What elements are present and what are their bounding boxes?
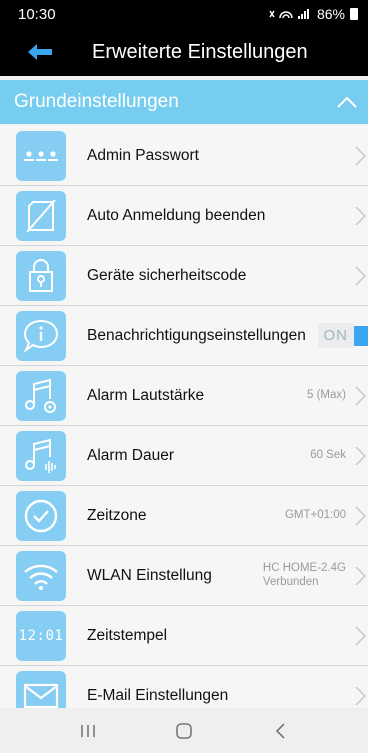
digital-clock-icon: 12:01 <box>16 610 66 661</box>
back-button[interactable] <box>0 28 80 76</box>
settings-item-value: 60 Sek <box>310 448 346 461</box>
settings-item-auto-anmeldung[interactable]: Auto Anmeldung beenden <box>0 186 368 246</box>
settings-list: Admin Passwort Auto Anmeldung beenden Ge… <box>0 126 368 726</box>
music-wave-icon <box>16 430 66 481</box>
notification-toggle[interactable]: ON <box>317 323 368 348</box>
chevron-up-icon <box>337 96 357 108</box>
home-button[interactable] <box>164 716 204 746</box>
settings-item-value: 5 (Max) <box>307 388 346 401</box>
signal-icons <box>269 9 309 19</box>
wlan-ssid: HC HOME-2.4G <box>262 562 346 575</box>
settings-item-label: Benachrichtigungseinstellungen <box>87 326 306 344</box>
settings-item-label: E-Mail Einstellungen <box>87 686 229 704</box>
settings-item-value: GMT+01:00 <box>284 508 346 521</box>
settings-item-wlan[interactable]: WLAN Einstellung HC HOME-2.4G Verbunden <box>0 546 368 606</box>
chevron-right-icon <box>354 684 368 708</box>
settings-item-zeitzone[interactable]: Zeitzone GMT+01:00 <box>0 486 368 546</box>
chevron-right-icon <box>354 264 368 288</box>
settings-item-label: Admin Passwort <box>87 146 199 164</box>
settings-item-sicherheitscode[interactable]: Geräte sicherheitscode <box>0 246 368 306</box>
app-header: Erweiterte Einstellungen <box>0 28 368 76</box>
lock-icon <box>16 250 66 301</box>
settings-item-alarm-lautstaerke[interactable]: Alarm Lautstärke 5 (Max) <box>0 366 368 426</box>
section-grundeinstellungen[interactable]: Grundeinstellungen <box>0 80 368 124</box>
battery-icon <box>350 8 358 20</box>
system-navbar <box>0 708 368 753</box>
no-device-icon <box>16 190 66 241</box>
back-arrow-icon <box>28 44 52 60</box>
recent-apps-button[interactable] <box>68 716 108 746</box>
wlan-status: Verbunden <box>262 575 319 588</box>
chevron-right-icon <box>354 504 368 528</box>
settings-item-label: Alarm Dauer <box>87 446 174 464</box>
chevron-right-icon <box>354 444 368 468</box>
chevron-right-icon <box>354 624 368 648</box>
settings-item-benachrichtigungen[interactable]: Benachrichtigungseinstellungen ON <box>0 306 368 366</box>
status-indicators: 86% <box>268 6 358 22</box>
toggle-state: ON <box>317 323 354 348</box>
home-icon <box>176 722 192 739</box>
recent-apps-icon <box>81 724 95 737</box>
wifi-icon <box>16 550 66 601</box>
settings-item-zeitstempel[interactable]: 12:01 Zeitstempel <box>0 606 368 666</box>
back-chevron-icon <box>275 722 285 739</box>
system-back-button[interactable] <box>260 716 300 746</box>
status-bar: 10:30 86% <box>0 0 368 28</box>
toggle-knob <box>354 325 368 346</box>
settings-item-label: Zeitzone <box>87 506 147 524</box>
digital-clock-text: 12:01 <box>18 627 64 644</box>
section-label: Grundeinstellungen <box>14 91 179 112</box>
password-dots-icon <box>16 130 66 181</box>
settings-item-label: Geräte sicherheitscode <box>87 266 247 284</box>
settings-item-admin-passwort[interactable]: Admin Passwort <box>0 126 368 186</box>
settings-item-label: Alarm Lautstärke <box>87 386 205 404</box>
chevron-right-icon <box>354 384 368 408</box>
chevron-right-icon <box>354 144 368 168</box>
settings-item-value: HC HOME-2.4G Verbunden <box>263 562 346 588</box>
status-time: 10:30 <box>18 5 56 23</box>
battery-percent: 86% <box>316 6 345 22</box>
chevron-right-icon <box>354 204 368 228</box>
check-clock-icon <box>16 490 66 541</box>
music-gear-icon <box>16 370 66 421</box>
settings-item-label: Auto Anmeldung beenden <box>87 206 266 224</box>
page-title: Erweiterte Einstellungen <box>92 40 308 63</box>
settings-item-label: Zeitstempel <box>87 626 168 644</box>
settings-item-label: WLAN Einstellung <box>87 566 212 584</box>
settings-item-alarm-dauer[interactable]: Alarm Dauer 60 Sek <box>0 426 368 486</box>
chevron-right-icon <box>354 564 368 588</box>
info-bubble-icon <box>16 310 66 361</box>
